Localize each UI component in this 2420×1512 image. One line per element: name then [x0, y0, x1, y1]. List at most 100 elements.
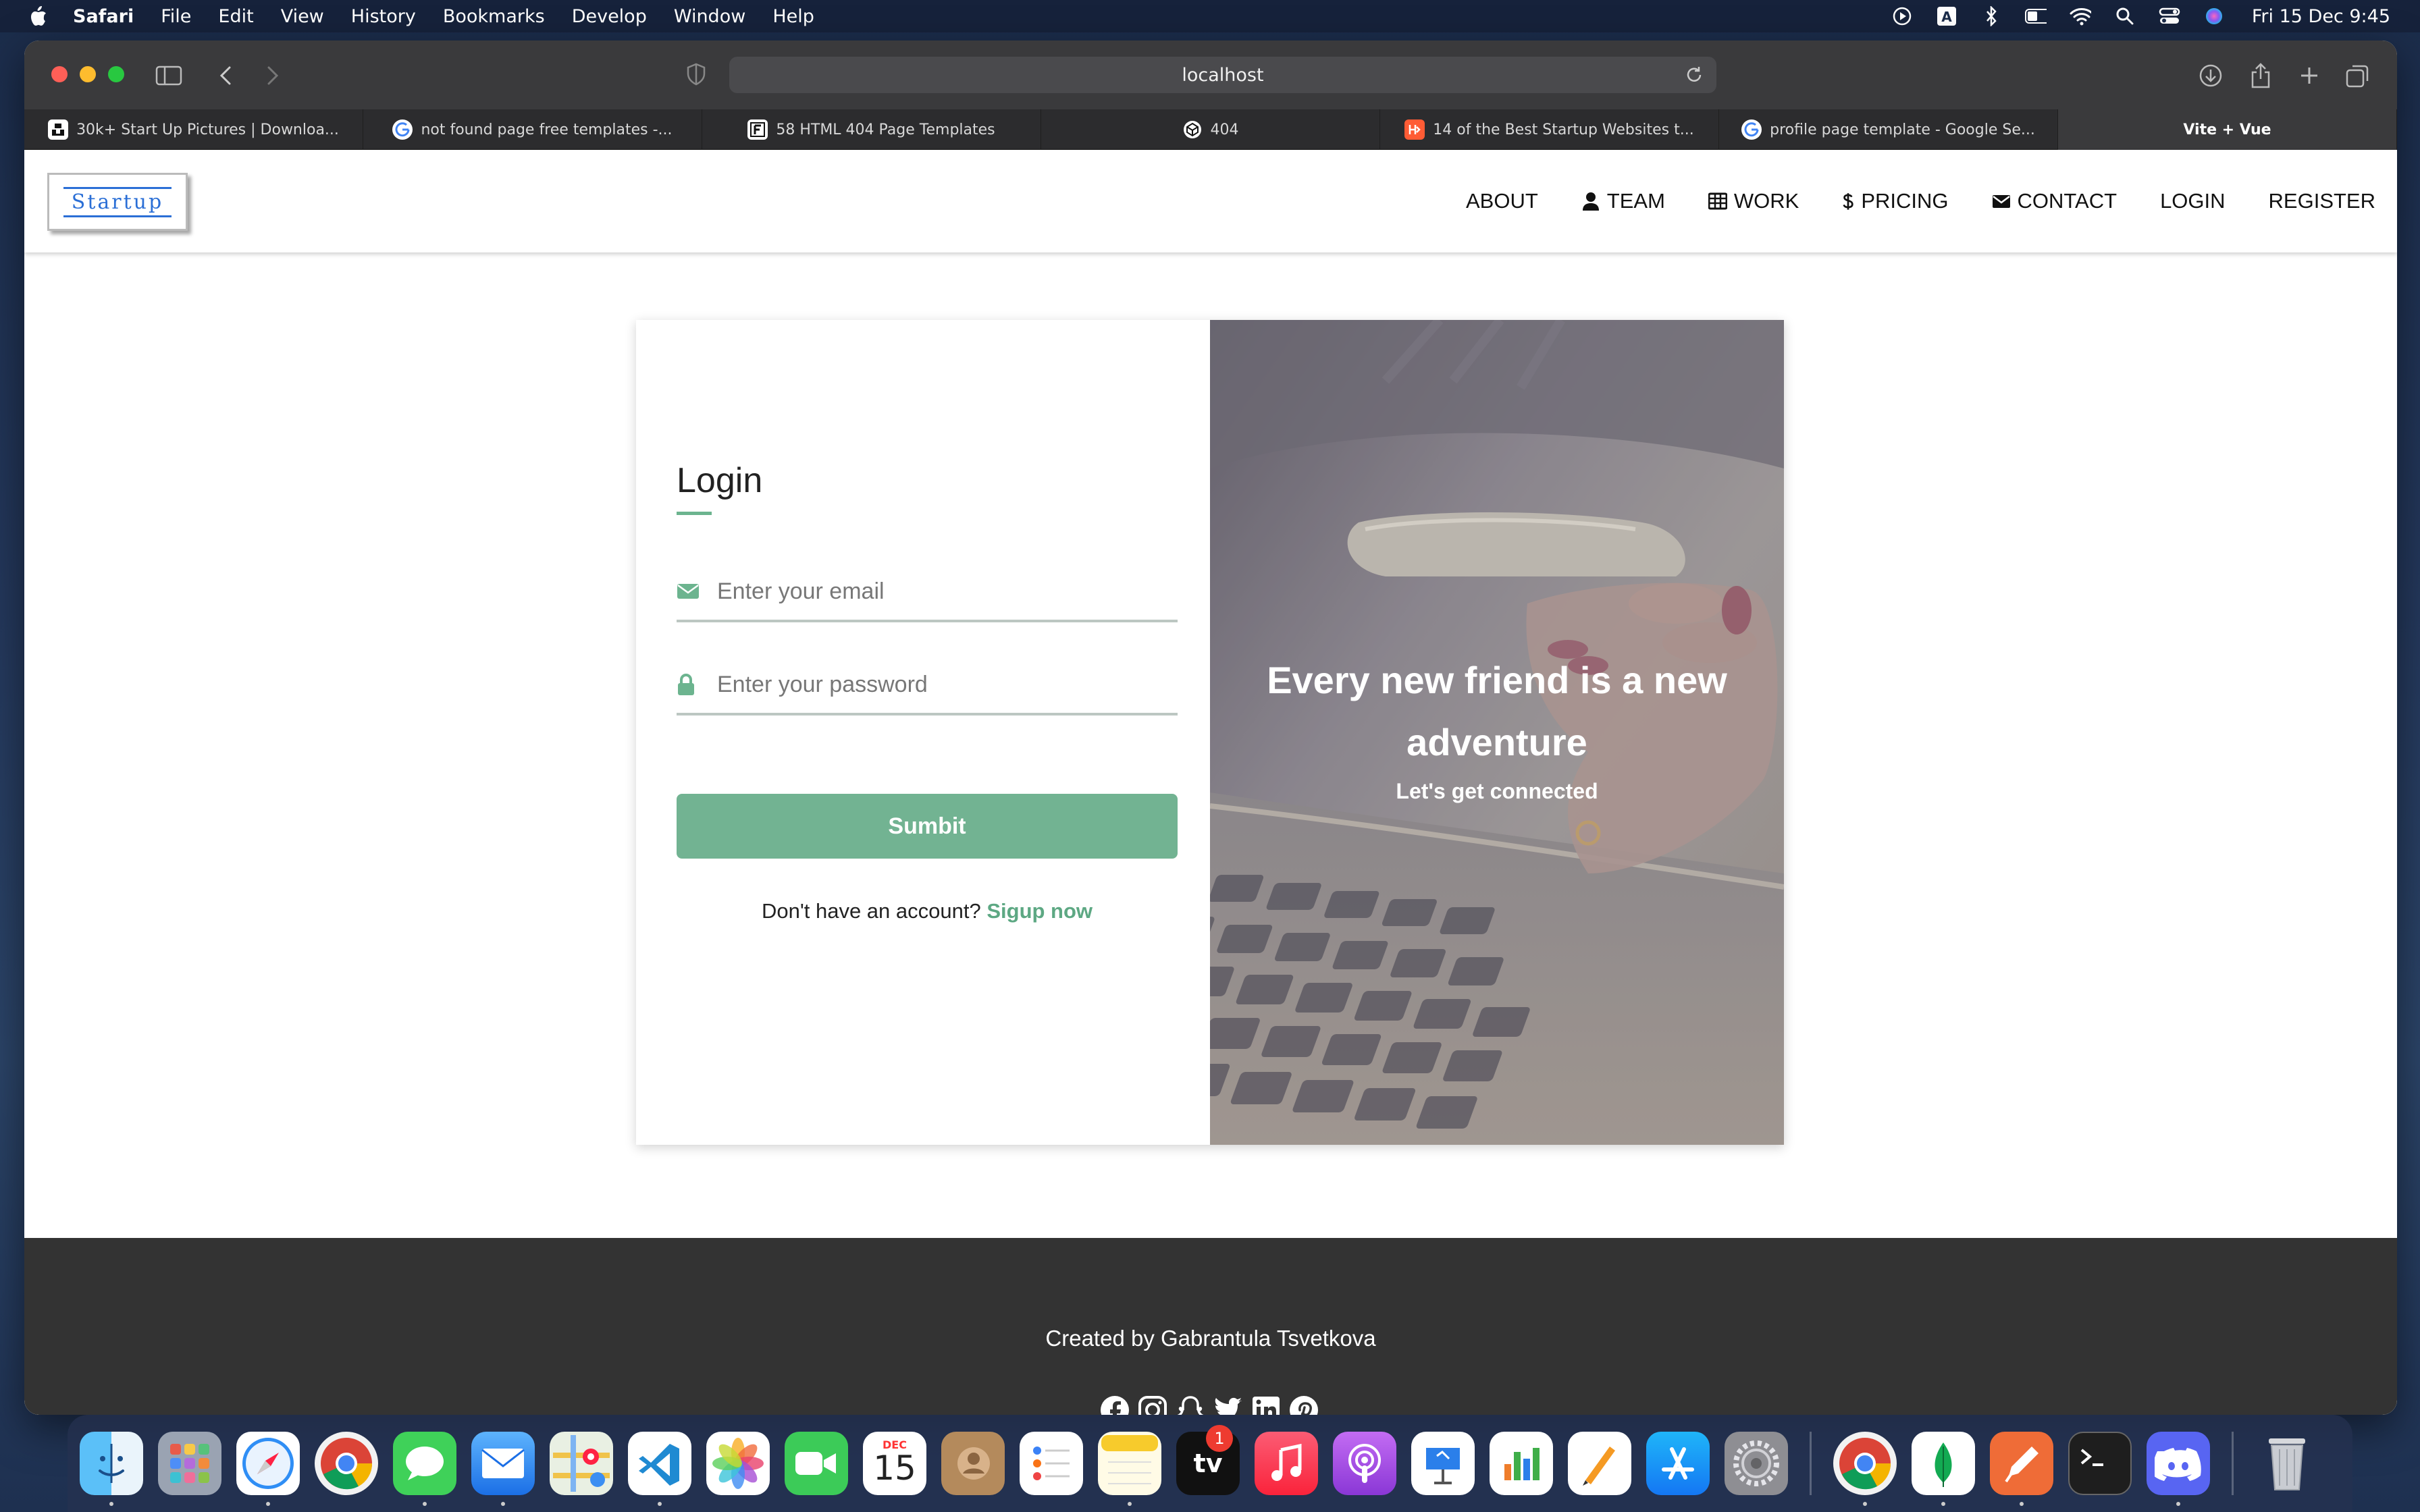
keynote-icon[interactable]	[1411, 1432, 1475, 1495]
nav-pricing-label: PRICING	[1861, 189, 1949, 213]
finder-icon[interactable]	[80, 1432, 143, 1506]
logo-text: Startup	[63, 186, 172, 217]
notes-icon[interactable]	[1098, 1432, 1161, 1506]
nav-about[interactable]: ABOUT	[1466, 189, 1538, 213]
pinterest-icon[interactable]	[1288, 1395, 1319, 1415]
privacy-shield-icon[interactable]	[686, 63, 710, 87]
siri-icon[interactable]	[2203, 6, 2225, 26]
window-close-button[interactable]	[51, 66, 68, 82]
photos-icon[interactable]	[706, 1432, 770, 1495]
submit-button[interactable]: Sumbit	[677, 794, 1178, 859]
mail-icon[interactable]	[471, 1432, 535, 1506]
menu-app-name[interactable]: Safari	[73, 6, 134, 27]
window-minimize-button[interactable]	[80, 66, 96, 82]
pages-icon[interactable]	[1568, 1432, 1631, 1495]
messages-icon[interactable]	[393, 1432, 456, 1506]
reminders-icon[interactable]	[1020, 1432, 1083, 1495]
tab-codepen-404[interactable]: 404	[1041, 109, 1380, 150]
tab-vite-vue[interactable]: Vite + Vue	[2058, 109, 2397, 150]
tab-google-profile[interactable]: profile page template - Google Se...	[1719, 109, 2058, 150]
nav-contact[interactable]: CONTACT	[1992, 189, 2117, 213]
twitter-icon[interactable]	[1213, 1395, 1244, 1415]
tab-label: Vite + Vue	[2183, 121, 2271, 138]
user-icon	[1582, 192, 1599, 211]
tab-google-not-found[interactable]: not found page free templates -...	[363, 109, 702, 150]
menu-edit[interactable]: Edit	[218, 6, 253, 27]
battery-icon[interactable]	[2024, 6, 2047, 26]
menu-view[interactable]: View	[281, 6, 324, 27]
signup-link[interactable]: Sigup now	[987, 899, 1093, 923]
maps-icon[interactable]	[550, 1432, 613, 1495]
footer-credit: Created by Gabrantula Tsvetkova	[1045, 1326, 1376, 1351]
login-card: Login Sumbit Don't have an accou	[636, 320, 1784, 1145]
tab-unsplash[interactable]: 30k+ Start Up Pictures | Downloa...	[24, 109, 363, 150]
chrome-icon[interactable]	[1833, 1432, 1897, 1506]
tab-freefrontend[interactable]: 58 HTML 404 Page Templates	[702, 109, 1041, 150]
contacts-icon[interactable]	[941, 1432, 1005, 1495]
site-logo[interactable]: Startup	[47, 173, 188, 231]
music-icon[interactable]	[1255, 1432, 1318, 1495]
tab-hubspot[interactable]: 14 of the Best Startup Websites t...	[1380, 109, 1719, 150]
menu-history[interactable]: History	[351, 6, 416, 27]
menu-bookmarks[interactable]: Bookmarks	[443, 6, 545, 27]
menu-file[interactable]: File	[161, 6, 191, 27]
launchpad-icon[interactable]	[158, 1432, 221, 1495]
nav-team[interactable]: TEAM	[1581, 189, 1665, 213]
mongodb-compass-icon[interactable]	[1912, 1432, 1975, 1506]
bluetooth-icon[interactable]	[1980, 6, 2002, 26]
browser-toolbar: localhost	[24, 40, 2397, 109]
instagram-icon[interactable]	[1137, 1395, 1168, 1415]
trash-icon[interactable]	[2255, 1432, 2319, 1495]
nav-pricing[interactable]: PRICING	[1842, 189, 1949, 213]
password-input[interactable]	[717, 671, 1163, 698]
menubar-clock[interactable]: Fri 15 Dec 9:45	[2252, 6, 2390, 27]
keyboard-input-icon[interactable]: A	[1936, 6, 1957, 26]
nav-work[interactable]: WORK	[1708, 189, 1799, 213]
nav-register[interactable]: REGISTER	[2269, 189, 2375, 213]
spotlight-search-icon[interactable]	[2114, 6, 2136, 26]
downloads-icon[interactable]	[2196, 61, 2226, 90]
tv-glyph: tv	[1193, 1449, 1223, 1478]
linkedin-icon[interactable]	[1251, 1395, 1282, 1415]
tab-label: 30k+ Start Up Pictures | Downloa...	[76, 121, 339, 138]
sidebar-toggle-icon[interactable]	[154, 61, 184, 90]
discord-icon[interactable]	[2147, 1432, 2210, 1506]
play-status-icon[interactable]	[1891, 6, 1913, 26]
email-input[interactable]	[717, 578, 1163, 605]
share-icon[interactable]	[2246, 61, 2276, 90]
site-footer: Created by Gabrantula Tsvetkova	[24, 1238, 2397, 1415]
vscode-icon[interactable]	[628, 1432, 691, 1506]
tab-label: not found page free templates -...	[421, 121, 673, 138]
terminal-icon[interactable]	[2068, 1432, 2132, 1495]
window-zoom-button[interactable]	[108, 66, 124, 82]
apple-menu-icon[interactable]	[28, 5, 49, 28]
tab-overview-icon[interactable]	[2343, 61, 2373, 90]
new-tab-icon[interactable]	[2294, 61, 2324, 90]
app-store-icon[interactable]	[1646, 1432, 1710, 1495]
numbers-icon[interactable]	[1490, 1432, 1553, 1495]
dock: DEC 15 tv 1	[68, 1415, 2352, 1512]
social-links	[1099, 1395, 1319, 1415]
menu-develop[interactable]: Develop	[572, 6, 647, 27]
facebook-icon[interactable]	[1099, 1395, 1130, 1415]
email-field	[677, 563, 1178, 622]
chrome-icon[interactable]	[315, 1432, 378, 1495]
nav-login[interactable]: LOGIN	[2160, 189, 2225, 213]
apple-tv-icon[interactable]: tv 1	[1176, 1425, 1240, 1495]
postman-icon[interactable]	[1990, 1432, 2053, 1506]
back-icon[interactable]	[211, 61, 240, 90]
system-settings-icon[interactable]	[1725, 1432, 1788, 1495]
reload-icon[interactable]	[1684, 65, 1704, 85]
forward-icon[interactable]	[258, 61, 288, 90]
menu-window[interactable]: Window	[674, 6, 745, 27]
calendar-icon[interactable]: DEC 15	[863, 1432, 926, 1495]
control-center-icon[interactable]	[2159, 6, 2180, 26]
facetime-icon[interactable]	[785, 1432, 848, 1495]
menu-help[interactable]: Help	[772, 6, 814, 27]
wifi-icon[interactable]	[2070, 6, 2091, 26]
address-bar[interactable]: localhost	[729, 57, 1716, 93]
podcasts-icon[interactable]	[1333, 1432, 1396, 1495]
safari-icon[interactable]	[236, 1432, 300, 1506]
snapchat-icon[interactable]	[1175, 1395, 1206, 1415]
signup-prompt: Don't have an account? Sigup now	[677, 899, 1178, 923]
